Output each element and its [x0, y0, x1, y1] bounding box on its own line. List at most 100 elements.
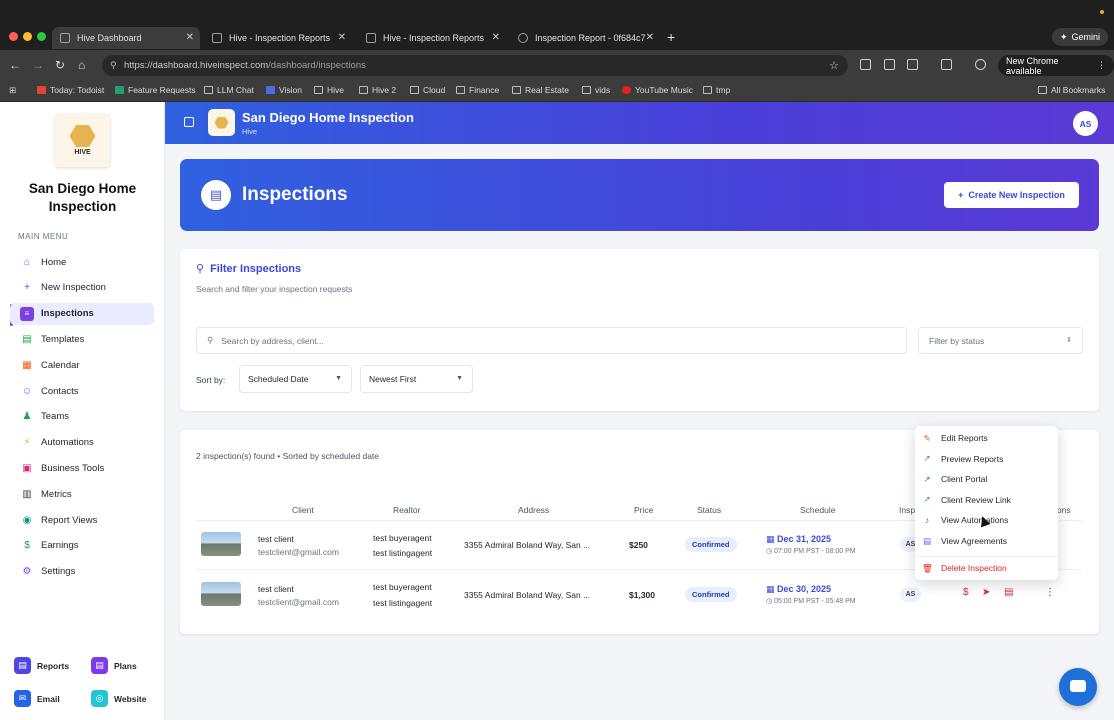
close-tab-icon[interactable]: ✕	[492, 32, 500, 43]
url-host: https://dashboard.hiveinspect.com	[124, 60, 269, 71]
sort-field-select[interactable]: Scheduled Date ▼	[239, 365, 352, 393]
column-header-schedule: Schedule	[800, 505, 836, 515]
home-icon[interactable]: ⌂	[78, 58, 85, 72]
sidebar-item-teams[interactable]: ♟ Teams	[10, 406, 154, 428]
sparkle-icon: ✦	[1059, 31, 1068, 42]
bookmark-vids[interactable]: vids	[582, 85, 610, 95]
menu-item-label: Preview Reports	[941, 453, 1004, 464]
user-avatar[interactable]: AS	[1073, 111, 1098, 136]
quick-link-website[interactable]: ◎ Website	[91, 690, 146, 707]
sidebar-item-templates[interactable]: ▤ Templates	[10, 328, 154, 350]
bookmark-vision[interactable]: Vision	[266, 85, 302, 95]
bookmark-finance[interactable]: Finance	[456, 85, 499, 95]
search-input[interactable]: ⚲ Search by address, client...	[196, 327, 907, 354]
minimize-window-button[interactable]	[23, 32, 32, 41]
bookmark-cloud[interactable]: Cloud	[410, 85, 445, 95]
folder-icon	[204, 86, 213, 94]
quick-link-reports[interactable]: ▤ Reports	[14, 657, 69, 674]
bookmark-label: LLM Chat	[217, 85, 254, 95]
sidebar-item-settings[interactable]: ⚙ Settings	[10, 561, 154, 583]
sidebar-item-calendar[interactable]: ▦ Calendar	[10, 354, 154, 376]
browser-tab-1[interactable]: Hive Dashboard ✕	[52, 27, 200, 49]
menu-item-preview-reports[interactable]: ↗ Preview Reports	[922, 450, 1052, 468]
bookmark-todoist[interactable]: Today: Todoist	[37, 85, 104, 95]
chevron-down-icon: ▼	[335, 375, 342, 382]
report-document-icon[interactable]: ▤	[1004, 587, 1013, 598]
schedule-time: ◷ 07:00 PM PST - 08:00 PM	[766, 547, 856, 555]
page-title: Inspections	[242, 184, 348, 205]
sidebar-item-metrics[interactable]: ▥ Metrics	[10, 483, 154, 505]
sidebar-item-label: Settings	[41, 566, 76, 578]
profile-icon[interactable]	[975, 59, 986, 70]
schedule-time: ◷ 05:00 PM PST - 05:48 PM	[766, 597, 856, 605]
camera-icon[interactable]	[860, 59, 871, 70]
sidepanel-icon[interactable]	[941, 59, 952, 70]
extension-icon[interactable]	[884, 59, 895, 70]
menu-item-delete-inspection[interactable]: 🗑 Delete Inspection	[922, 559, 1052, 577]
external-link-icon: ↗	[923, 494, 931, 505]
browser-tab-4[interactable]: Inspection Report - 0f684c7 ✕	[510, 27, 660, 49]
status-badge: Confirmed	[685, 537, 737, 552]
menu-item-view-agreements[interactable]: ▤ View Agreements	[922, 532, 1052, 550]
sidebar-item-label: Report Views	[41, 514, 98, 526]
sidebar-item-home[interactable]: ⌂ Home	[10, 251, 154, 273]
close-window-button[interactable]	[9, 32, 18, 41]
tab-title: Hive - Inspection Reports	[229, 33, 331, 43]
send-icon[interactable]: ➤	[982, 587, 990, 598]
chat-support-button[interactable]	[1059, 668, 1097, 706]
browser-tab-3[interactable]: Hive - Inspection Reports ✕	[358, 27, 506, 49]
bookmark-hive-2[interactable]: Hive 2	[359, 85, 396, 95]
inspection-price: $1,300	[629, 590, 655, 600]
sidebar-item-new-inspection[interactable]: + New Inspection	[10, 277, 154, 299]
menu-item-client-review-link[interactable]: ↗ Client Review Link	[922, 491, 1052, 509]
sidebar-item-inspections[interactable]: ≡ Inspections	[10, 302, 154, 325]
filter-subtitle: Search and filter your inspection reques…	[196, 284, 353, 294]
bookmark-hive[interactable]: Hive	[314, 85, 344, 95]
bookmark-llm-chat[interactable]: LLM Chat	[204, 85, 254, 95]
bookmark-tmp[interactable]: tmp	[703, 85, 730, 95]
sidebar-toggle-icon[interactable]	[184, 117, 194, 127]
bookmark-feature-requests[interactable]: Feature Requests	[115, 85, 196, 95]
menu-item-edit-reports[interactable]: ✎ Edit Reports	[922, 429, 1052, 447]
apps-grid-icon[interactable]: ⊞	[9, 85, 16, 96]
close-tab-icon[interactable]: ✕	[646, 32, 654, 43]
payment-dollar-icon[interactable]: $	[963, 587, 969, 598]
bookmark-youtube-music[interactable]: YouTube Music	[622, 85, 693, 95]
quick-link-email[interactable]: ✉ Email	[14, 690, 60, 707]
sidebar-item-report-views[interactable]: ◉ Report Views	[10, 509, 154, 531]
sidebar-item-business-tools[interactable]: ▣ Business Tools	[10, 457, 154, 479]
row-actions-menu-icon[interactable]: ⋮	[1045, 587, 1055, 598]
address-bar[interactable]: ⚲ https://dashboard.hiveinspect.com/dash…	[102, 55, 848, 76]
create-new-inspection-button[interactable]: + Create New Inspection	[944, 182, 1079, 208]
status-filter-select[interactable]: Filter by status ⇕	[918, 327, 1083, 354]
quick-link-plans[interactable]: ▤ Plans	[91, 657, 137, 674]
company-logo[interactable]: HIVE	[55, 114, 110, 167]
dropdown-divider	[915, 556, 1058, 557]
forward-icon[interactable]: →	[32, 58, 44, 72]
maximize-window-button[interactable]	[37, 32, 46, 41]
back-icon[interactable]: ←	[9, 58, 21, 72]
sidebar-item-automations[interactable]: ⚡ Automations	[10, 432, 154, 454]
website-icon: ◎	[91, 690, 108, 707]
close-tab-icon[interactable]: ✕	[338, 32, 346, 43]
sidebar-item-label: Automations	[41, 437, 94, 449]
new-tab-button[interactable]: +	[667, 29, 675, 45]
bookmark-real-estate[interactable]: Real Estate	[512, 85, 569, 95]
all-bookmarks[interactable]: All Bookmarks	[1038, 85, 1105, 95]
status-badge: Confirmed	[685, 587, 737, 602]
kebab-menu-icon[interactable]: ⋮	[1097, 60, 1106, 71]
reload-icon[interactable]: ↻	[55, 58, 65, 72]
sort-order-select[interactable]: Newest First ▼	[360, 365, 473, 393]
sidebar-item-contacts[interactable]: ☺ Contacts	[10, 380, 154, 402]
bookmark-star-icon[interactable]: ☆	[829, 59, 839, 72]
gemini-button[interactable]: ✦ Gemini	[1051, 28, 1108, 46]
site-info-icon[interactable]: ⚲	[110, 60, 117, 71]
menu-item-label: Client Portal	[941, 474, 988, 485]
browser-tab-2[interactable]: Hive - Inspection Reports ✕	[204, 27, 352, 49]
menu-item-client-portal[interactable]: ↗ Client Portal	[922, 470, 1052, 488]
close-tab-icon[interactable]: ✕	[186, 32, 194, 43]
sidebar-item-earnings[interactable]: $ Earnings	[10, 535, 154, 557]
new-chrome-available-button[interactable]: New Chrome available ⋮	[998, 55, 1114, 76]
puzzle-icon[interactable]	[907, 59, 918, 70]
column-header-inspector: Insp	[899, 505, 916, 515]
